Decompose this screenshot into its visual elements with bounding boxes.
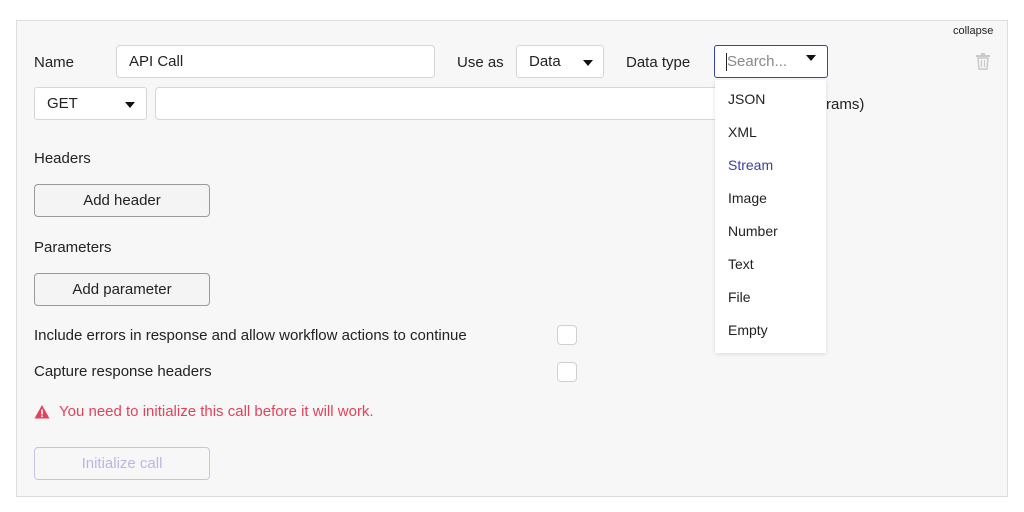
include-errors-checkbox[interactable] xyxy=(557,325,577,345)
trash-icon[interactable] xyxy=(975,52,991,70)
caret-down-icon xyxy=(125,102,135,108)
name-label: Name xyxy=(34,54,75,71)
option-text[interactable]: Text xyxy=(728,256,754,272)
initialize-warning: You need to initialize this call before … xyxy=(34,403,374,420)
use-as-label: Use as xyxy=(457,54,504,71)
include-errors-label: Include errors in response and allow wor… xyxy=(34,327,467,344)
option-image[interactable]: Image xyxy=(728,190,767,206)
warning-text: You need to initialize this call before … xyxy=(59,403,374,420)
option-xml[interactable]: XML xyxy=(728,124,757,140)
capture-headers-checkbox[interactable] xyxy=(557,362,577,382)
data-type-search-input[interactable]: Search... xyxy=(714,45,828,78)
add-header-button[interactable]: Add header xyxy=(34,184,210,217)
http-method-select[interactable]: GET xyxy=(34,87,147,120)
name-input[interactable]: API Call xyxy=(116,45,435,78)
option-json[interactable]: JSON xyxy=(728,91,765,107)
option-file[interactable]: File xyxy=(728,289,751,305)
capture-headers-label: Capture response headers xyxy=(34,363,212,380)
data-type-dropdown: JSON XML Stream Image Number Text File E… xyxy=(715,80,826,353)
use-as-value: Data xyxy=(529,53,561,70)
collapse-link[interactable]: collapse xyxy=(953,25,993,37)
url-params-hint: rams) xyxy=(826,96,865,113)
caret-down-icon[interactable] xyxy=(806,55,816,61)
add-parameter-button[interactable]: Add parameter xyxy=(34,273,210,306)
option-empty[interactable]: Empty xyxy=(728,322,768,338)
use-as-select[interactable]: Data xyxy=(516,45,604,78)
caret-down-icon xyxy=(583,60,593,66)
option-stream[interactable]: Stream xyxy=(728,157,773,173)
data-type-label: Data type xyxy=(626,54,691,71)
parameters-label: Parameters xyxy=(34,239,112,256)
initialize-call-button[interactable]: Initialize call xyxy=(34,447,210,480)
option-number[interactable]: Number xyxy=(728,223,778,239)
name-input-value: API Call xyxy=(129,53,184,70)
url-input[interactable] xyxy=(155,87,730,120)
http-method-value: GET xyxy=(47,95,78,112)
text-cursor xyxy=(726,53,727,71)
data-type-placeholder: Search... xyxy=(727,53,788,70)
warning-triangle-icon xyxy=(34,404,50,418)
headers-label: Headers xyxy=(34,150,91,167)
